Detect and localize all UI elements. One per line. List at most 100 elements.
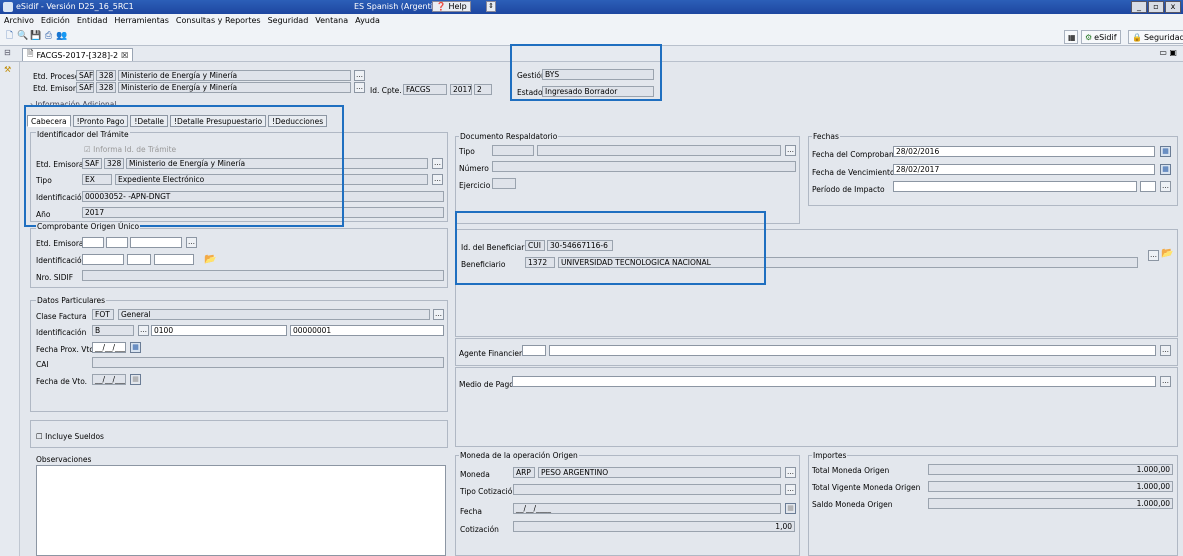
maximize-button[interactable]: ▫ — [1148, 1, 1164, 13]
fecha-vencimiento-label: Fecha de Vencimiento — [812, 168, 895, 177]
documento-tipo-code — [492, 145, 534, 156]
tramite-etd-lookup-button[interactable]: … — [432, 158, 443, 169]
menu-consultas[interactable]: Consultas y Reportes — [176, 16, 261, 26]
open-perspective-icon[interactable]: ▦ — [1064, 30, 1078, 44]
observaciones-textarea[interactable] — [36, 465, 446, 556]
documento-tipo-lookup-button[interactable]: … — [785, 145, 796, 156]
origen-ident-1[interactable] — [82, 254, 124, 265]
close-button[interactable]: x — [1165, 1, 1181, 13]
periodo-impacto-input[interactable] — [893, 181, 1137, 192]
ident-numero[interactable]: 00000001 — [290, 325, 444, 336]
ident-punto-venta[interactable]: 0100 — [151, 325, 287, 336]
title-bar: eSidif - Versión D25_16_5RC1 ES Spanish … — [0, 0, 1183, 14]
etd-proceso-num: 328 — [96, 70, 116, 81]
cai-value — [92, 357, 444, 368]
clase-factura-name: General — [118, 309, 430, 320]
moneda-lookup-button[interactable]: … — [785, 467, 796, 478]
etd-emisora-lookup-button[interactable]: … — [354, 82, 365, 93]
beneficiario-folder-icon[interactable]: 📂 — [1161, 248, 1173, 259]
periodo-impacto-lookup-button[interactable]: … — [1160, 181, 1171, 192]
moneda-code: ARP — [513, 467, 535, 478]
tipo-cotizacion-label: Tipo Cotización — [460, 487, 518, 496]
window-title: eSidif - Versión D25_16_5RC1 — [16, 2, 134, 11]
agente-financiero-name[interactable] — [549, 345, 1156, 356]
id-cpte-label: Id. Cpte. — [370, 86, 402, 95]
id-cpte-num: 2 — [474, 84, 492, 95]
close-tab-icon[interactable]: ☒ — [121, 51, 128, 60]
new-document-icon[interactable]: 🗋 — [4, 31, 15, 42]
beneficiario-lookup-button[interactable]: … — [1148, 250, 1159, 261]
tramite-tipo-lookup-button[interactable]: … — [432, 174, 443, 185]
cai-label: CAI — [36, 360, 49, 369]
total-vigente-label: Total Vigente Moneda Origen — [812, 483, 921, 492]
incluye-sueldos-checkbox[interactable]: ☐ Incluye Sueldos — [36, 432, 104, 441]
save-icon[interactable]: 💾 — [30, 31, 41, 42]
documento-tipo-label: Tipo — [459, 147, 475, 156]
highlight-box-tramite — [24, 105, 344, 227]
id-cpte-year: 2017 — [450, 84, 472, 95]
periodo-impacto-extra[interactable] — [1140, 181, 1156, 192]
tipo-cotizacion-value — [513, 484, 781, 495]
origen-etd-num[interactable] — [106, 237, 128, 248]
menu-herramientas[interactable]: Herramientas — [114, 16, 169, 26]
agente-financiero-code[interactable] — [522, 345, 546, 356]
menu-ventana[interactable]: Ventana — [315, 16, 348, 26]
menu-edicion[interactable]: Edición — [41, 16, 70, 26]
origen-etd-lookup-button[interactable]: … — [186, 237, 197, 248]
origen-identificacion-label: Identificación — [36, 256, 87, 265]
total-moneda-origen-value: 1.000,00 — [928, 464, 1173, 475]
folder-icon[interactable]: 📂 — [204, 254, 216, 265]
moneda-fecha-calendar-icon: ▦ — [785, 503, 796, 514]
spinner-icon[interactable]: ⇕ — [486, 1, 496, 12]
origen-etd-name[interactable] — [130, 237, 182, 248]
etd-proceso-code: SAF — [76, 70, 94, 81]
origen-ident-3[interactable] — [154, 254, 194, 265]
fecha-comprobante-input[interactable]: 28/02/2016 — [893, 146, 1155, 157]
origen-etd-code[interactable] — [82, 237, 104, 248]
app-icon — [3, 2, 13, 12]
minimize-view-icon[interactable]: ▭ ▣ — [1159, 48, 1177, 57]
seguridad-perspective-button[interactable]: 🔒 Seguridad — [1128, 30, 1183, 44]
esidif-perspective-button[interactable]: ⚙ eSidif — [1081, 30, 1121, 44]
help-button[interactable]: ❓ Help — [432, 1, 471, 12]
tipo-cotizacion-lookup-button[interactable]: … — [785, 484, 796, 495]
fechas-title: Fechas — [812, 132, 840, 141]
origen-title: Comprobante Origen Único — [36, 222, 141, 231]
fecha-vencimiento-calendar-icon[interactable]: ▦ — [1160, 164, 1171, 175]
menu-ayuda[interactable]: Ayuda — [355, 16, 380, 26]
tab-facgs[interactable]: 🗎 FACGS-2017-[328]-2 ☒ — [22, 48, 134, 61]
etd-proceso-lookup-button[interactable]: … — [354, 70, 365, 81]
gear-icon: ⚙ — [1085, 32, 1093, 42]
minimize-button[interactable]: _ — [1131, 1, 1147, 13]
search-icon[interactable]: 🔍 — [17, 31, 28, 42]
clase-factura-label: Clase Factura — [36, 312, 87, 321]
clase-factura-lookup-button[interactable]: … — [433, 309, 444, 320]
documento-ejercicio-label: Ejercicio — [459, 181, 491, 190]
fecha-vencimiento-input[interactable]: 28/02/2017 — [893, 164, 1155, 175]
origen-ident-2[interactable] — [127, 254, 151, 265]
medio-pago-lookup-button[interactable]: … — [1160, 376, 1171, 387]
agente-financiero-lookup-button[interactable]: … — [1160, 345, 1171, 356]
medio-pago-input[interactable] — [512, 376, 1156, 387]
side-strip: ⚒ — [0, 62, 20, 556]
lock-icon: 🔒 — [1132, 32, 1142, 42]
etd-proceso-name: Ministerio de Energía y Minería — [118, 70, 351, 81]
highlight-box-gestion — [510, 44, 662, 101]
menu-seguridad[interactable]: Seguridad — [268, 16, 309, 26]
clase-factura-code: FOT — [92, 309, 114, 320]
menu-entidad[interactable]: Entidad — [77, 16, 108, 26]
nro-sidif-label: Nro. SIDIF — [36, 273, 74, 282]
fecha-prox-input[interactable]: __/__/____ — [92, 342, 126, 353]
fecha-comprobante-calendar-icon[interactable]: ▦ — [1160, 146, 1171, 157]
help-icon: ❓ — [436, 2, 446, 11]
particulares-identificacion-label: Identificación — [36, 328, 87, 337]
moneda-title: Moneda de la operación Origen — [459, 451, 579, 460]
pin-icon[interactable]: ⊟ — [4, 48, 11, 57]
tools-icon[interactable]: ⚒ — [4, 65, 11, 74]
ident-letra-lookup-button[interactable]: … — [138, 325, 149, 336]
calendar-icon[interactable]: ▦ — [130, 342, 141, 353]
print-icon[interactable]: ⎙ — [43, 31, 54, 42]
fecha-vto-value: __/__/____ — [92, 374, 126, 385]
menu-archivo[interactable]: Archivo — [4, 16, 34, 26]
users-icon[interactable]: 👥 — [56, 31, 67, 42]
